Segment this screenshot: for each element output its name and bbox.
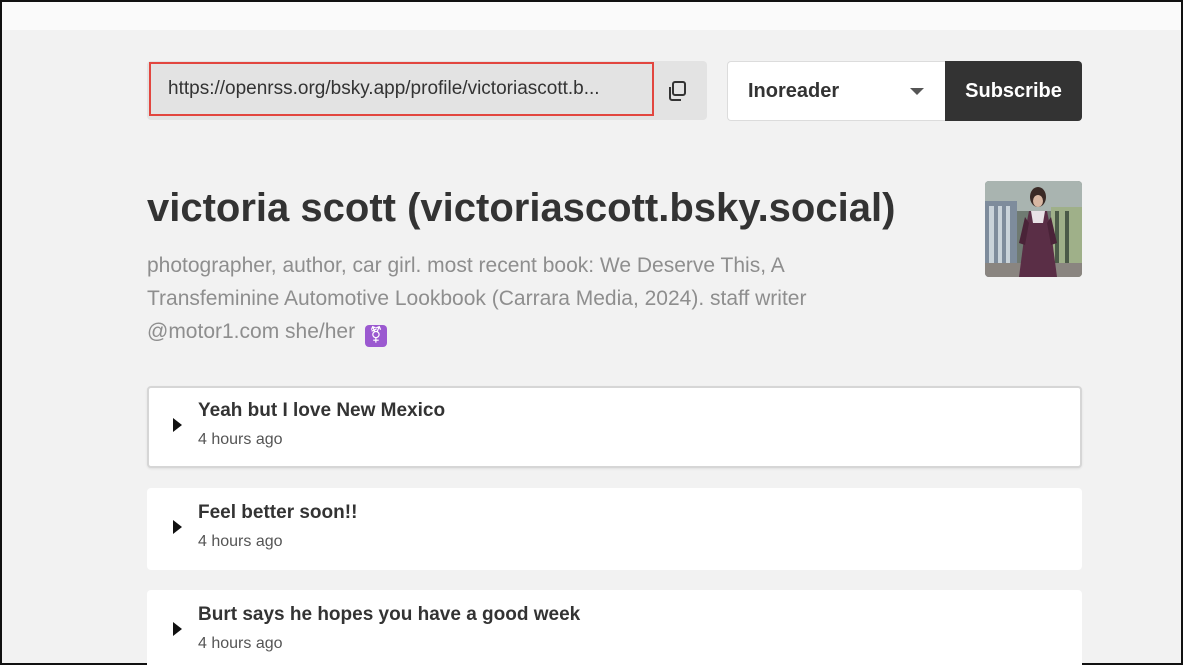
reader-select-value: Inoreader	[748, 79, 840, 102]
post-time: 4 hours ago	[198, 431, 283, 448]
post-time: 4 hours ago	[198, 635, 283, 652]
chevron-down-icon	[910, 88, 924, 95]
feed-url-field[interactable]: https://openrss.org/bsky.app/profile/vic…	[149, 62, 654, 116]
expand-arrow-icon[interactable]	[173, 622, 182, 636]
profile-bio-text: photographer, author, car girl. most rec…	[147, 254, 807, 343]
expand-arrow-icon[interactable]	[173, 520, 182, 534]
profile-bio: photographer, author, car girl. most rec…	[147, 249, 887, 348]
copy-icon[interactable]	[663, 77, 691, 105]
feed-url-container: https://openrss.org/bsky.app/profile/vic…	[147, 61, 707, 120]
post-title[interactable]: Feel better soon!!	[198, 502, 357, 524]
list-item[interactable]: Feel better soon!! 4 hours ago	[147, 488, 1082, 570]
list-item[interactable]: Yeah but I love New Mexico 4 hours ago	[147, 386, 1082, 468]
profile-title: victoria scott (victoriascott.bsky.socia…	[147, 186, 896, 230]
top-bar	[2, 2, 1181, 30]
post-title[interactable]: Burt says he hopes you have a good week	[198, 604, 580, 626]
subscribe-button[interactable]: Subscribe	[945, 61, 1082, 121]
expand-arrow-icon[interactable]	[173, 418, 182, 432]
reader-select[interactable]: Inoreader	[727, 61, 946, 121]
post-title[interactable]: Yeah but I love New Mexico	[198, 400, 445, 422]
list-item[interactable]: Burt says he hopes you have a good week …	[147, 590, 1082, 665]
avatar	[985, 181, 1082, 277]
post-time: 4 hours ago	[198, 533, 283, 550]
transgender-symbol-icon: ⚧	[364, 324, 387, 347]
